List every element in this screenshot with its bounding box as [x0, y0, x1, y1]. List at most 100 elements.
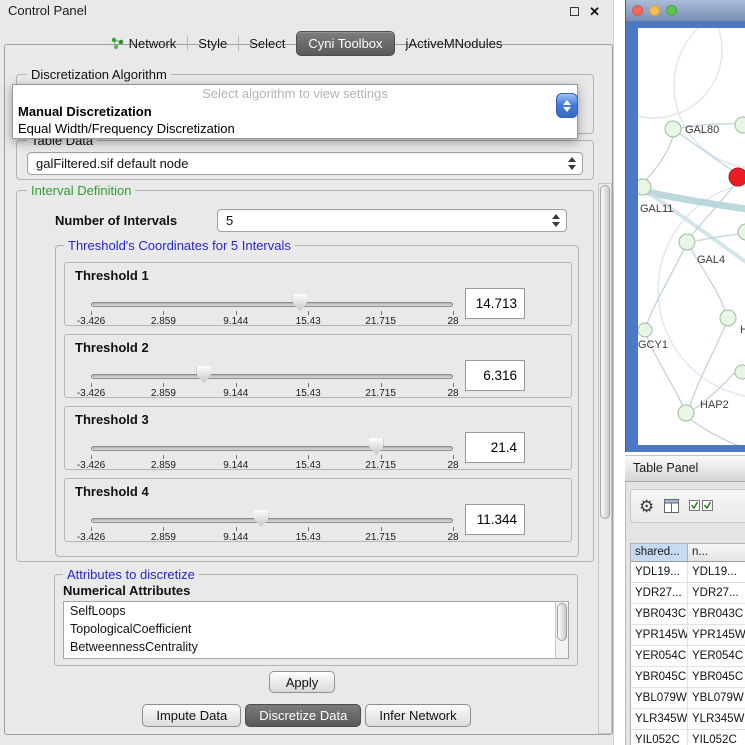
- tab-jactivemnodules[interactable]: jActiveMNodules: [395, 31, 514, 56]
- slider-tick-label: 15.43: [296, 388, 321, 399]
- network-node-edge-node-top[interactable]: [735, 117, 745, 133]
- bottom-tab-discretize-data[interactable]: Discretize Data: [245, 704, 361, 727]
- slider-tick: [453, 527, 454, 531]
- combobox-value: galFiltered.sif default node: [28, 153, 582, 174]
- node-label: GCY1: [638, 339, 668, 351]
- table-row[interactable]: YDR27...YDR27...: [631, 583, 745, 604]
- attribute-item-betweennesscentrality[interactable]: BetweennessCentrality: [64, 638, 568, 656]
- tab-network[interactable]: Network: [100, 31, 188, 56]
- attributes-listbox[interactable]: SelfLoopsTopologicalCoefficientBetweenne…: [63, 601, 569, 659]
- network-node-gal11[interactable]: [638, 179, 651, 195]
- thresholds-group: Threshold's Coordinates for 5 Intervals …: [55, 245, 579, 557]
- slider-tick-label: 2.859: [151, 532, 176, 543]
- network-node-edge-node-low[interactable]: [735, 365, 745, 379]
- threshold-value-field[interactable]: 11.344: [465, 504, 525, 535]
- network-node-gal80[interactable]: [665, 121, 681, 137]
- panel-scrollbar-thumb[interactable]: [600, 185, 610, 519]
- network-node-hap2[interactable]: [678, 405, 694, 421]
- network-node-h-partial[interactable]: [720, 310, 736, 326]
- slider-thumb-icon[interactable]: [293, 294, 307, 311]
- threshold-value-field[interactable]: 6.316: [465, 360, 525, 391]
- table-row[interactable]: YER054CYER054C: [631, 646, 745, 667]
- table-row[interactable]: YBR043CYBR043C: [631, 604, 745, 625]
- interval-definition-group: Interval Definition Number of Intervals …: [16, 190, 594, 562]
- network-canvas[interactable]: GAL80GAL11GAL4GCY1HAP2H: [638, 28, 745, 445]
- threshold-slider[interactable]: [91, 302, 453, 307]
- table-cell: YPR145W: [631, 625, 688, 645]
- number-of-intervals-label: Number of Intervals: [55, 213, 177, 228]
- table-row[interactable]: YBL079WYBL079W: [631, 688, 745, 709]
- columns-icon[interactable]: [664, 499, 679, 513]
- threshold-value-field[interactable]: 14.713: [465, 288, 525, 319]
- threshold-label: Threshold 3: [75, 412, 149, 427]
- table-data-combobox[interactable]: galFiltered.sif default node: [27, 152, 583, 175]
- slider-tick-label: 9.144: [223, 532, 248, 543]
- slider-tick-label: 21.715: [365, 460, 396, 471]
- threshold-slider[interactable]: [91, 446, 453, 451]
- table-cell: YBR045C: [688, 667, 745, 687]
- slider-tick: [381, 527, 382, 531]
- slider-tick: [308, 527, 309, 531]
- column-header-name[interactable]: n...: [688, 544, 745, 561]
- popup-option-equal-width-frequency-discretization[interactable]: Equal Width/Frequency Discretization: [13, 120, 577, 137]
- tab-label: Select: [249, 32, 285, 55]
- network-node-selected-red-node[interactable]: [729, 168, 745, 186]
- tab-bar: NetworkStyle Select Cyni ToolboxjActiveMNo…: [0, 31, 613, 56]
- close-icon[interactable]: ✕: [589, 5, 600, 18]
- slider-tick-label: 15.43: [296, 532, 321, 543]
- slider-tick-label: 2.859: [151, 460, 176, 471]
- slider-tick: [91, 383, 92, 387]
- algorithm-dropdown-popup: Select algorithm to view settings Manual…: [12, 84, 578, 139]
- table-cell: YBL079W: [688, 688, 745, 708]
- table-row[interactable]: YPR145WYPR145W: [631, 625, 745, 646]
- network-view-window: GAL80GAL11GAL4GCY1HAP2H: [625, 0, 745, 452]
- close-traffic-light-icon[interactable]: [632, 5, 643, 16]
- threshold-slider[interactable]: [91, 518, 453, 523]
- table-row[interactable]: YLR345WYLR345W: [631, 709, 745, 730]
- slider-tick-label: -3.426: [77, 316, 105, 327]
- tab-cyni-toolbox[interactable]: Cyni Toolbox: [296, 31, 394, 56]
- popup-option-manual-discretization[interactable]: Manual Discretization: [13, 103, 577, 120]
- gear-icon[interactable]: ⚙: [639, 498, 654, 515]
- tab-style[interactable]: Style: [187, 31, 238, 56]
- network-node-edge-node-mid[interactable]: [738, 224, 745, 240]
- slider-tick: [236, 527, 237, 531]
- slider-tick: [453, 311, 454, 315]
- node-table: shared... n... YDL19...YDL19...YDR27...Y…: [630, 543, 745, 745]
- column-header-shared-name[interactable]: shared...: [631, 544, 688, 561]
- combobox-stepper-button[interactable]: [556, 93, 578, 118]
- list-scrollbar[interactable]: [555, 602, 568, 658]
- slider-thumb-icon[interactable]: [197, 366, 211, 383]
- panel-scrollbar[interactable]: [598, 183, 612, 734]
- table-row[interactable]: YBR045CYBR045C: [631, 667, 745, 688]
- slider-thumb-icon[interactable]: [369, 438, 383, 455]
- table-cell: YER054C: [631, 646, 688, 666]
- table-row[interactable]: YDL19...YDL19...: [631, 562, 745, 583]
- tab-select[interactable]: Select: [238, 31, 296, 56]
- attribute-item-selfloops[interactable]: SelfLoops: [64, 602, 568, 620]
- attribute-item-topologicalcoefficient[interactable]: TopologicalCoefficient: [64, 620, 568, 638]
- network-node-gcy1[interactable]: [638, 323, 652, 337]
- threshold-value-field[interactable]: 21.4: [465, 432, 525, 463]
- checkbox-grid-icon[interactable]: [689, 500, 713, 512]
- slider-tick-label: 21.715: [365, 316, 396, 327]
- threshold-label: Threshold 1: [75, 268, 149, 283]
- bottom-tab-impute-data[interactable]: Impute Data: [142, 704, 241, 727]
- float-window-icon[interactable]: [570, 7, 579, 16]
- apply-button[interactable]: Apply: [269, 671, 335, 693]
- combobox-value: 5: [218, 210, 566, 231]
- slider-tick: [381, 311, 382, 315]
- table-row[interactable]: YIL052CYIL052C: [631, 730, 745, 745]
- bottom-tab-infer-network[interactable]: Infer Network: [365, 704, 470, 727]
- group-title-thresholds: Threshold's Coordinates for 5 Intervals: [64, 238, 295, 253]
- network-node-gal4[interactable]: [679, 234, 695, 250]
- number-of-intervals-combobox[interactable]: 5: [217, 209, 567, 232]
- popup-prompt: Select algorithm to view settings: [13, 86, 577, 103]
- slider-tick: [308, 383, 309, 387]
- slider-tick: [236, 383, 237, 387]
- minimize-traffic-light-icon[interactable]: [649, 5, 660, 16]
- list-scrollbar-thumb[interactable]: [557, 603, 567, 641]
- slider-thumb-icon[interactable]: [254, 510, 268, 527]
- zoom-traffic-light-icon[interactable]: [666, 5, 677, 16]
- threshold-slider[interactable]: [91, 374, 453, 379]
